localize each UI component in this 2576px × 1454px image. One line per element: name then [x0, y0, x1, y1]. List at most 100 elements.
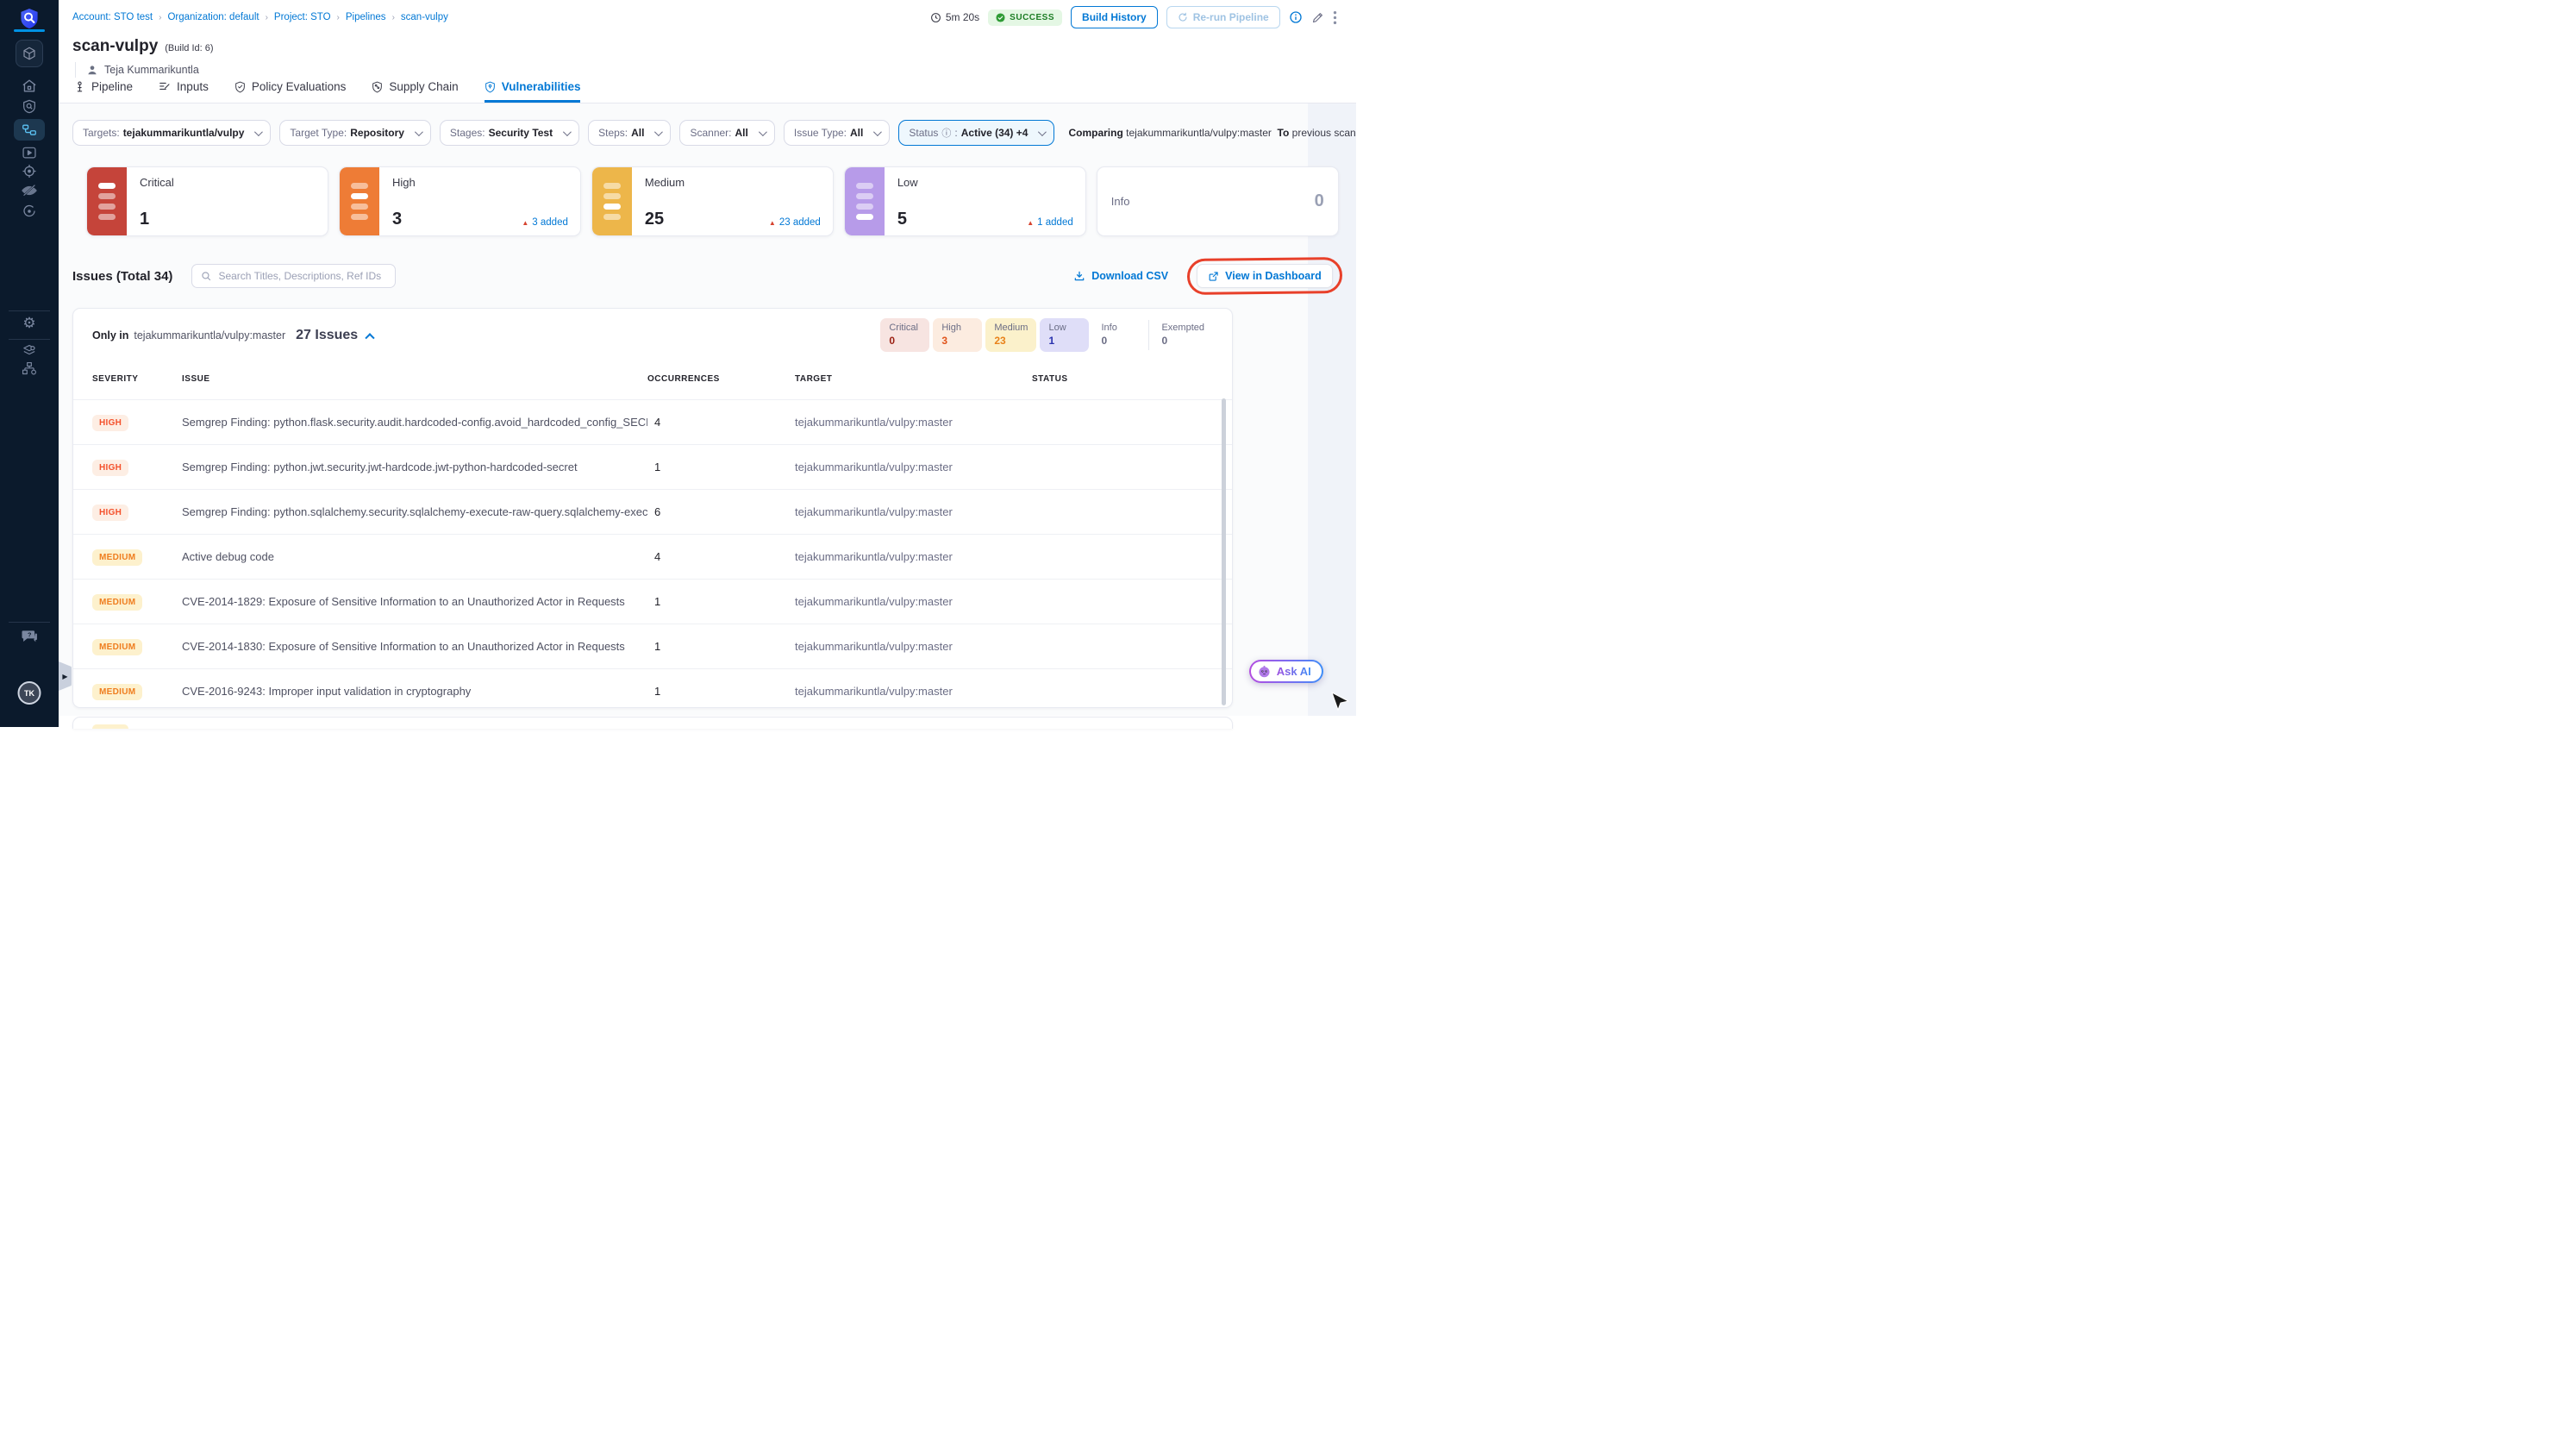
- chip-exempted: Exempted 0: [1153, 318, 1213, 352]
- breadcrumb-pipelines[interactable]: Pipelines: [346, 12, 386, 22]
- search-icon: [202, 271, 211, 280]
- shield-check-icon: [234, 81, 245, 92]
- shield-nodes-icon: [372, 81, 383, 92]
- triangle-up-icon: ▲: [522, 218, 529, 227]
- chevron-right-icon: ›: [265, 12, 268, 22]
- chevron-down-icon: [1038, 127, 1047, 136]
- added-link[interactable]: ▲ 1 added: [1027, 217, 1073, 228]
- clock-icon: [930, 12, 941, 22]
- page-title: scan-vulpy: [72, 37, 159, 55]
- security-tests-eye-off-icon[interactable]: [21, 184, 38, 197]
- filter-steps[interactable]: Steps: All: [588, 120, 672, 146]
- severity-badge: HIGH: [92, 504, 129, 521]
- severity-summary-cards: Critical 1 High 3 ▲ 3 added Medium 25 ▲ …: [86, 166, 1339, 236]
- targets-crosshair-icon[interactable]: [22, 163, 38, 179]
- filters-row: Targets: tejakummarikuntla/vulpy Target T…: [72, 103, 1356, 146]
- refresh-icon: [1179, 12, 1187, 22]
- filter-targets[interactable]: Targets: tejakummarikuntla/vulpy: [72, 120, 272, 146]
- severity-badge: MEDIUM: [92, 548, 143, 566]
- ai-robot-icon: [1259, 665, 1270, 678]
- rerun-pipeline-button[interactable]: Re-run Pipeline: [1166, 6, 1280, 28]
- sto-shield-logo-icon[interactable]: [20, 8, 40, 29]
- user-avatar[interactable]: TK: [17, 681, 41, 705]
- executions-play-icon[interactable]: [22, 146, 38, 160]
- table-scrollbar-thumb[interactable]: [1222, 398, 1226, 705]
- chip-divider: [1148, 320, 1150, 350]
- chevron-right-icon: ›: [159, 12, 162, 22]
- top-bar: Account: STO test › Organization: default…: [59, 0, 1356, 32]
- chevron-right-icon: ›: [336, 12, 340, 22]
- shield-lock-icon: [485, 81, 495, 92]
- issue-row[interactable]: MEDIUM CVE-2014-1830: Exposure of Sensit…: [73, 624, 1232, 668]
- added-link[interactable]: ▲ 3 added: [522, 217, 568, 228]
- chip-info: Info 0: [1092, 318, 1142, 352]
- issue-row[interactable]: MEDIUM CVE-2016-9243: Improper input val…: [73, 668, 1232, 707]
- pipeline-icon: [77, 81, 83, 91]
- severity-level-icon: [339, 167, 379, 235]
- severity-badge: HIGH: [92, 414, 129, 431]
- issues-toolbar: Issues (Total 34) Download CSV View in: [72, 257, 1342, 295]
- scan-shield-search-icon[interactable]: [22, 98, 38, 115]
- tab-vulnerabilities-active[interactable]: Vulnerabilities: [484, 80, 581, 103]
- tab-pipeline[interactable]: Pipeline: [74, 80, 133, 103]
- inputs-icon: [159, 82, 170, 90]
- filter-status[interactable]: Status ⓘ: Active (34) +4: [898, 120, 1055, 146]
- download-csv-button[interactable]: Download CSV: [1073, 270, 1168, 282]
- ask-ai-button[interactable]: Ask AI: [1248, 660, 1323, 683]
- left-nav-sidebar: ⚙ ? TK: [0, 0, 59, 727]
- more-options-icon[interactable]: [1333, 10, 1337, 25]
- triangle-up-icon: ▲: [1027, 218, 1035, 227]
- account-hierarchy-gear-icon[interactable]: [22, 361, 38, 377]
- status-badge: SUCCESS: [988, 9, 1063, 26]
- logo-divider: [14, 29, 45, 32]
- main-panel: Account: STO test › Organization: default…: [59, 0, 1356, 729]
- tab-inputs[interactable]: Inputs: [159, 80, 209, 103]
- project-setup-layers-gear-icon[interactable]: [22, 344, 38, 359]
- issues-group-card: Only in tejakummarikuntla/vulpy:master 2…: [72, 308, 1233, 708]
- help-chat-icon[interactable]: ?: [21, 629, 38, 643]
- filter-target-type[interactable]: Target Type: Repository: [279, 120, 431, 146]
- breadcrumb-account[interactable]: Account: STO test: [72, 12, 153, 22]
- sidebar-divider: [9, 339, 50, 340]
- breadcrumb-organization[interactable]: Organization: default: [167, 12, 259, 22]
- tab-policy-evaluations[interactable]: Policy Evaluations: [234, 80, 346, 103]
- title-block: scan-vulpy (Build Id: 6) Teja Kummarikun…: [59, 32, 1356, 78]
- issues-search[interactable]: [191, 264, 397, 288]
- filter-stages[interactable]: Stages: Security Test: [439, 120, 580, 146]
- build-history-button[interactable]: Build History: [1071, 6, 1158, 28]
- collapse-chevron-up-icon[interactable]: [365, 332, 375, 342]
- breadcrumb-current[interactable]: scan-vulpy: [401, 12, 448, 22]
- gauge-arc-icon[interactable]: [22, 204, 37, 219]
- group-issue-count: 27 Issues: [296, 327, 359, 342]
- module-selector-cube-icon[interactable]: [16, 40, 43, 67]
- issue-row[interactable]: HIGH Semgrep Finding: python.jwt.securit…: [73, 444, 1232, 489]
- breadcrumb-project[interactable]: Project: STO: [274, 12, 331, 22]
- severity-card-info[interactable]: Info 0: [1096, 166, 1339, 236]
- chevron-down-icon: [254, 127, 264, 136]
- issue-row[interactable]: HIGH Semgrep Finding: python.flask.secur…: [73, 399, 1232, 444]
- filter-issue-type[interactable]: Issue Type: All: [783, 120, 891, 146]
- chip-critical: Critical 0: [880, 318, 930, 352]
- severity-card-critical[interactable]: Critical 1: [86, 166, 328, 236]
- severity-card-low[interactable]: Low 5 ▲ 1 added: [843, 166, 1086, 236]
- tab-supply-chain[interactable]: Supply Chain: [372, 80, 459, 103]
- search-input[interactable]: [218, 270, 387, 282]
- issue-row[interactable]: MEDIUM CVE-2014-1829: Exposure of Sensit…: [73, 579, 1232, 624]
- top-meta: 5m 20s SUCCESS Build History Re-run Pipe…: [930, 6, 1337, 28]
- pipelines-nav-icon-active[interactable]: [14, 119, 45, 141]
- view-in-dashboard-button[interactable]: View in Dashboard: [1197, 264, 1333, 288]
- info-icon[interactable]: [1289, 10, 1303, 24]
- filter-scanner[interactable]: Scanner: All: [679, 120, 775, 146]
- home-icon[interactable]: [22, 78, 38, 94]
- added-link[interactable]: ▲ 23 added: [769, 217, 821, 228]
- severity-card-medium[interactable]: Medium 25 ▲ 23 added: [591, 166, 834, 236]
- settings-gear-icon[interactable]: ⚙: [22, 316, 35, 330]
- edit-pencil-icon[interactable]: [1311, 11, 1324, 24]
- person-icon: [88, 66, 97, 75]
- chevron-down-icon: [654, 127, 664, 136]
- severity-badge-partial: [92, 724, 128, 729]
- issue-row[interactable]: HIGH Semgrep Finding: python.sqlalchemy.…: [73, 489, 1232, 534]
- severity-card-high[interactable]: High 3 ▲ 3 added: [338, 166, 581, 236]
- issue-row[interactable]: MEDIUM Active debug code 4 tejakummariku…: [73, 534, 1232, 579]
- chevron-down-icon: [563, 127, 572, 136]
